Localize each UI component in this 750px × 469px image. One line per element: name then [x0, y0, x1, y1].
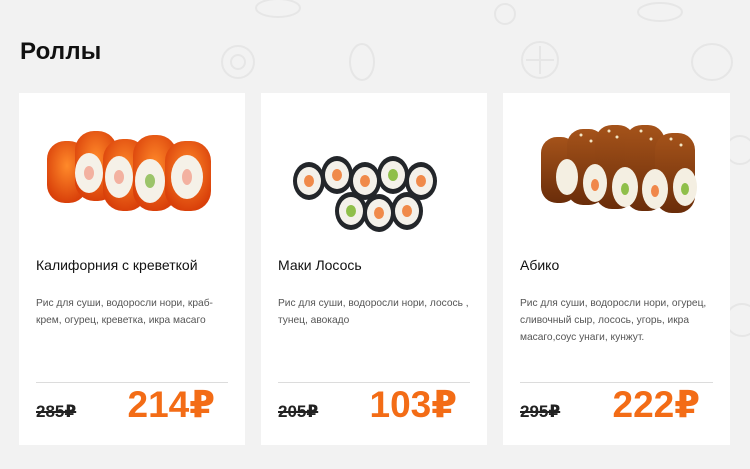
price: 222₽ — [612, 384, 700, 425]
product-description: Рис для суши, водоросли нори, краб-крем,… — [36, 298, 213, 326]
old-price: 295₽ — [520, 402, 561, 421]
old-price: 205₽ — [278, 402, 319, 421]
section-title: Роллы — [20, 38, 102, 65]
product-description: Рис для суши, водоросли нори, огурец, сл… — [520, 298, 707, 343]
product-description: Рис для суши, водоросли нори, лосось , т… — [278, 298, 469, 326]
product-image[interactable] — [521, 111, 711, 235]
price: 103₽ — [369, 384, 457, 425]
product-name[interactable]: Калифорния с креветкой — [36, 257, 233, 274]
product-card[interactable]: Абико Рис для суши, водоросли нори, огур… — [503, 93, 730, 445]
old-price: 285₽ — [36, 402, 77, 421]
product-card[interactable]: Калифорния с креветкой Рис для суши, вод… — [19, 93, 245, 445]
product-image[interactable] — [37, 111, 227, 235]
product-card[interactable]: Маки Лосось Рис для суши, водоросли нори… — [261, 93, 487, 445]
product-name[interactable]: Абико — [520, 257, 718, 274]
product-name[interactable]: Маки Лосось — [278, 257, 475, 274]
product-image[interactable] — [279, 111, 469, 235]
price: 214₽ — [127, 384, 215, 425]
